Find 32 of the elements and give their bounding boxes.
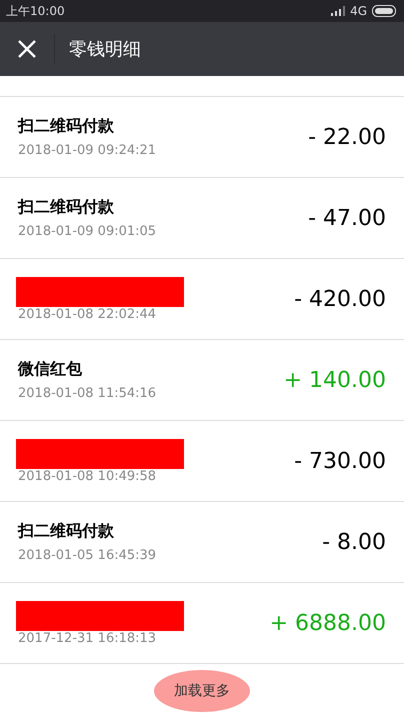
transaction-amount: - 730.00 — [294, 448, 386, 474]
page-title: 零钱明细 — [69, 38, 141, 61]
transaction-time: 2018-01-09 09:01:05 — [18, 224, 156, 239]
transaction-time: 2018-01-09 09:24:21 — [18, 143, 156, 158]
transaction-row[interactable]: 微信红包 2018-01-08 11:54:16 + 140.00 — [0, 340, 404, 421]
transaction-title: 扫二维码付款 — [18, 197, 115, 218]
transaction-row[interactable]: 扫二维码付款 2018-01-09 09:01:05 - 47.00 — [0, 178, 404, 259]
transaction-time: 2018-01-08 10:49:58 — [18, 468, 158, 484]
transaction-row[interactable]: 扫二维码付款 2018-01-09 09:24:21 - 22.00 — [0, 97, 404, 178]
status-time: 上午10:00 — [6, 2, 65, 20]
battery-icon — [372, 5, 398, 17]
signal-icon — [331, 6, 346, 16]
transaction-time: 2018-01-08 22:02:44 — [18, 306, 158, 322]
transaction-amount: - 22.00 — [308, 124, 386, 150]
transaction-amount: - 47.00 — [308, 206, 386, 230]
transaction-amount: - 420.00 — [294, 286, 386, 312]
network-type: 4G — [350, 4, 367, 18]
close-icon — [18, 40, 36, 58]
transaction-amount: + 6888.00 — [270, 610, 386, 636]
transaction-title: 扫二维码付款 — [18, 521, 115, 542]
transaction-title: 扫二维码付款 — [18, 116, 115, 137]
transaction-row[interactable]: 2017-12-31 16:18:13 + 6888.00 — [0, 583, 404, 664]
transaction-time: 2017-12-31 16:18:13 — [18, 630, 158, 646]
transaction-amount: - 8.00 — [322, 530, 386, 554]
load-more-button[interactable]: 加载更多 — [154, 670, 250, 712]
transaction-title: 微信红包 — [18, 359, 83, 380]
transaction-row[interactable]: 2018-01-08 22:02:44 - 420.00 — [0, 259, 404, 340]
transaction-amount: + 140.00 — [284, 368, 386, 392]
transaction-row[interactable]: 2018-01-08 10:49:58 - 730.00 — [0, 421, 404, 502]
transaction-time: 2018-01-05 16:45:39 — [18, 548, 156, 563]
transaction-time: 2018-01-08 11:54:16 — [18, 386, 156, 401]
transaction-row[interactable]: 扫二维码付款 2018-01-05 16:45:39 - 8.00 — [0, 502, 404, 583]
